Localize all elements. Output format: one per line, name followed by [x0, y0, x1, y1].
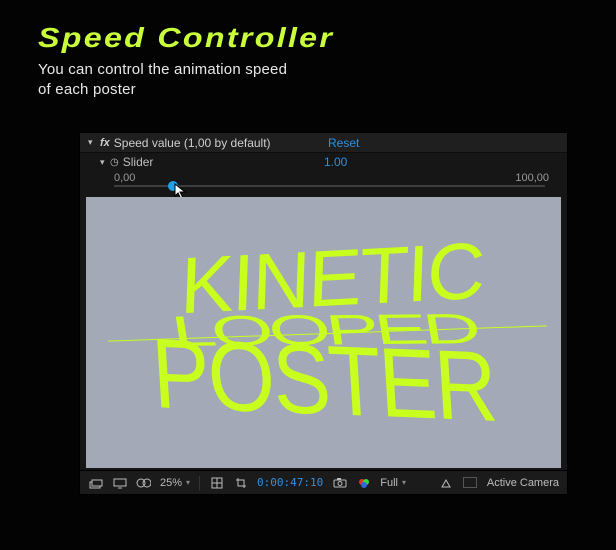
camera-dropdown[interactable]: Active Camera [487, 477, 559, 489]
slider-row: 0,00 100,00 [80, 171, 567, 193]
chevron-down-icon: ▾ [186, 478, 190, 487]
reset-button[interactable]: Reset [328, 136, 359, 150]
hero-subtitle-line1: You can control the animation speed [38, 61, 287, 78]
slider-property-row: ▾ ◷ Slider 1.00 [80, 153, 567, 171]
toolbar-separator [199, 476, 200, 490]
channel-dropdown[interactable]: Full ▾ [380, 477, 406, 489]
effect-header-row: ▾ fx Speed value (1,00 by default) Reset [80, 133, 567, 153]
slider-thumb[interactable] [168, 181, 178, 191]
poster-artwork: KINETIC LOOPED POSTER [153, 248, 495, 416]
channel-value: Full [380, 477, 398, 489]
chevron-down-icon: ▾ [402, 478, 406, 487]
slider-max-label: 100,00 [515, 172, 549, 184]
slider-track[interactable] [114, 185, 545, 187]
mask-icon[interactable] [136, 475, 151, 490]
zoom-value: 25% [160, 477, 182, 489]
snapshot-icon[interactable] [332, 475, 347, 490]
view-box-icon [463, 477, 477, 488]
poster-line-3: POSTER [150, 335, 497, 426]
viewer-toolbar: 25% ▾ 0:00:47:10 Full ▾ Active Camera [80, 470, 567, 494]
hero-subtitle-line2: of each poster [38, 81, 136, 98]
property-name: Slider [123, 155, 154, 169]
screen-icon[interactable] [112, 475, 127, 490]
property-value[interactable]: 1.00 [324, 155, 347, 169]
effect-name[interactable]: Speed value (1,00 by default) [114, 136, 271, 150]
crop-icon[interactable] [233, 475, 248, 490]
timecode[interactable]: 0:00:47:10 [257, 476, 323, 489]
twirl-down-icon[interactable]: ▾ [100, 157, 110, 168]
zoom-dropdown[interactable]: 25% ▾ [160, 477, 190, 489]
slider-min-label: 0,00 [114, 172, 135, 184]
grid-icon[interactable] [209, 475, 224, 490]
render-settings-icon[interactable] [439, 475, 454, 490]
color-icon[interactable] [356, 475, 371, 490]
stopwatch-icon[interactable]: ◷ [110, 157, 119, 168]
hero-title: Speed Controller [38, 22, 334, 54]
fx-badge-icon: fx [100, 137, 110, 149]
composition-preview[interactable]: KINETIC LOOPED POSTER [86, 197, 561, 468]
effect-controls-panel: ▾ fx Speed value (1,00 by default) Reset… [79, 132, 568, 495]
twirl-down-icon[interactable]: ▾ [88, 137, 98, 148]
layers-icon[interactable] [88, 475, 103, 490]
hero-subtitle: You can control the animation speed of e… [38, 60, 287, 100]
view-icon[interactable] [463, 475, 478, 490]
